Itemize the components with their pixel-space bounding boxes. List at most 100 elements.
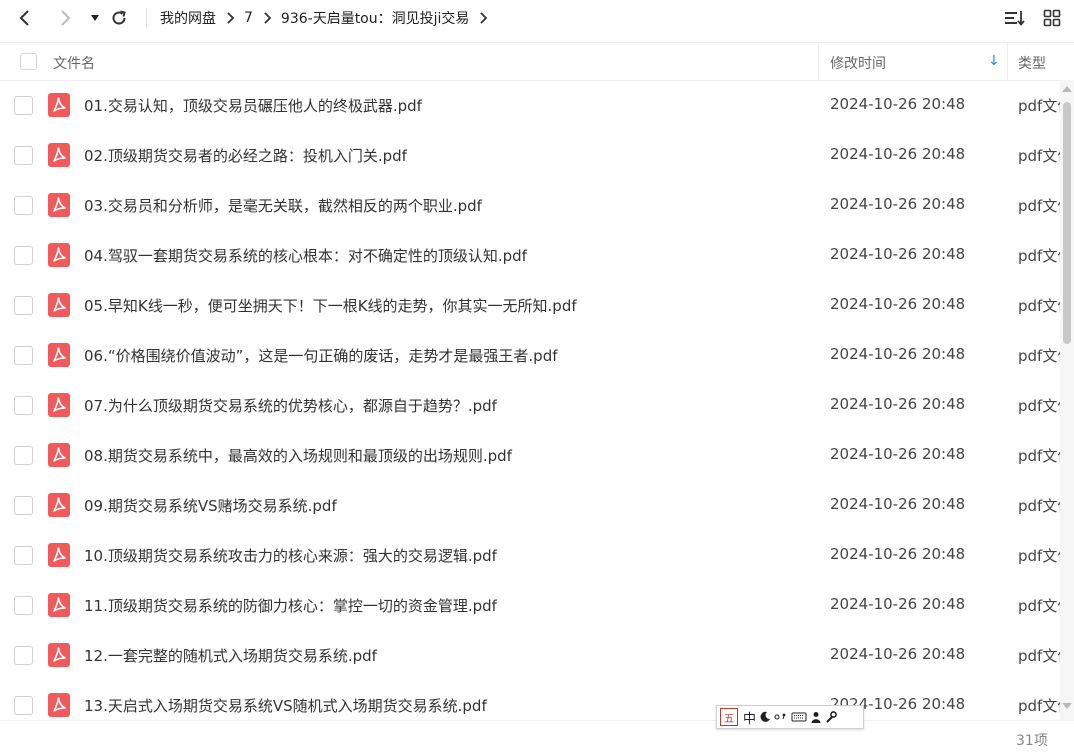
- sort-list-icon: [1005, 11, 1025, 26]
- row-checkbox[interactable]: [14, 296, 33, 315]
- moon-icon[interactable]: [759, 707, 771, 727]
- breadcrumb-item[interactable]: 我的网盘: [160, 8, 216, 28]
- file-row[interactable]: 09.期货交易系统VS赌场交易系统.pdf 2024-10-26 20:48 pdf…: [0, 480, 1060, 530]
- file-name[interactable]: 05.早知K线一秒，便可坐拥天下！下一根K线的走势，你其实一无所知.pdf: [84, 295, 577, 316]
- file-modified-time: 2024-10-26 20:48: [830, 545, 966, 563]
- user-icon[interactable]: [810, 707, 822, 727]
- history-dropdown-button[interactable]: [84, 7, 106, 29]
- row-checkbox[interactable]: [14, 696, 33, 715]
- file-row[interactable]: 03.交易员和分析师，是毫无关联，截然相反的两个职业.pdf 2024-10-26…: [0, 180, 1060, 230]
- file-type: pdf文件: [1018, 397, 1060, 415]
- file-modified-time: 2024-10-26 20:48: [830, 145, 966, 163]
- pdf-file-icon: [48, 343, 70, 371]
- row-checkbox[interactable]: [14, 446, 33, 465]
- caret-down-icon: [91, 15, 99, 21]
- row-checkbox[interactable]: [14, 596, 33, 615]
- scroll-up-arrow-icon[interactable]: [1062, 86, 1072, 92]
- file-name[interactable]: 09.期货交易系统VS赌场交易系统.pdf: [84, 495, 337, 516]
- select-all-checkbox[interactable]: [20, 53, 37, 70]
- column-resize-handle[interactable]: [1007, 43, 1008, 80]
- file-type: pdf文件: [1018, 247, 1060, 265]
- column-header-modified-time[interactable]: 修改时间: [830, 53, 886, 73]
- row-checkbox[interactable]: [14, 396, 33, 415]
- pdf-file-icon: [48, 443, 70, 471]
- file-name[interactable]: 12.一套完整的随机式入场期货交易系统.pdf: [84, 645, 377, 666]
- file-name[interactable]: 03.交易员和分析师，是毫无关联，截然相反的两个职业.pdf: [84, 195, 482, 216]
- file-name[interactable]: 07.为什么顶级期货交易系统的优势核心，都源自于趋势？.pdf: [84, 395, 497, 416]
- file-name[interactable]: 04.驾驭一套期货交易系统的核心根本：对不确定性的顶级认知.pdf: [84, 245, 527, 266]
- grid-view-button[interactable]: [1041, 7, 1063, 29]
- file-name[interactable]: 13.天启式入场期货交易系统VS随机式入场期货交易系统.pdf: [84, 695, 487, 716]
- scroll-down-arrow-icon[interactable]: [1062, 703, 1072, 709]
- scrollbar-thumb[interactable]: [1063, 102, 1071, 344]
- file-name[interactable]: 01.交易认知，顶级交易员碾压他人的终极武器.pdf: [84, 95, 422, 116]
- row-checkbox[interactable]: [14, 196, 33, 215]
- pdf-file-icon: [48, 193, 70, 221]
- row-checkbox[interactable]: [14, 546, 33, 565]
- ime-mode-toggle[interactable]: 中: [743, 707, 756, 727]
- pdf-file-icon: [48, 293, 70, 321]
- file-modified-time: 2024-10-26 20:48: [830, 595, 966, 613]
- file-row[interactable]: 06.“价格围绕价值波动”，这是一句正确的废话，走势才是最强王者.pdf 2024…: [0, 330, 1060, 380]
- column-header-type[interactable]: 类型: [1018, 53, 1046, 73]
- wrench-icon[interactable]: [825, 707, 837, 727]
- file-row[interactable]: 08.期货交易系统中，最高效的入场规则和最顶级的出场规则.pdf 2024-10-…: [0, 430, 1060, 480]
- file-type: pdf文件: [1018, 147, 1060, 165]
- file-type: pdf文件: [1018, 697, 1060, 715]
- row-checkbox[interactable]: [14, 346, 33, 365]
- file-modified-time: 2024-10-26 20:48: [830, 245, 966, 263]
- file-row[interactable]: 11.顶级期货交易系统的防御力核心：掌控一切的资金管理.pdf 2024-10-2…: [0, 580, 1060, 630]
- ime-toolbar[interactable]: 五 中: [716, 705, 864, 729]
- file-modified-time: 2024-10-26 20:48: [830, 195, 966, 213]
- punctuation-icon[interactable]: [774, 707, 788, 727]
- file-row[interactable]: 01.交易认知，顶级交易员碾压他人的终极武器.pdf 2024-10-26 20:…: [0, 80, 1060, 130]
- pdf-file-icon: [48, 593, 70, 621]
- row-checkbox[interactable]: [14, 496, 33, 515]
- sort-button[interactable]: [1004, 7, 1026, 29]
- toolbar-divider: [146, 8, 147, 28]
- chevron-right-icon: [478, 12, 488, 24]
- file-type: pdf文件: [1018, 297, 1060, 315]
- column-header-name[interactable]: 文件名: [53, 53, 95, 73]
- file-name[interactable]: 02.顶级期货交易者的必经之路：投机入门关.pdf: [84, 145, 407, 166]
- file-row[interactable]: 13.天启式入场期货交易系统VS随机式入场期货交易系统.pdf 2024-10-2…: [0, 680, 1060, 720]
- ime-logo-icon[interactable]: 五: [720, 708, 738, 726]
- file-row[interactable]: 07.为什么顶级期货交易系统的优势核心，都源自于趋势？.pdf 2024-10-2…: [0, 380, 1060, 430]
- keyboard-icon[interactable]: [791, 707, 807, 727]
- file-type: pdf文件: [1018, 447, 1060, 465]
- file-type: pdf文件: [1018, 97, 1060, 115]
- back-button[interactable]: [14, 7, 36, 29]
- refresh-button[interactable]: [108, 7, 130, 29]
- file-name[interactable]: 06.“价格围绕价值波动”，这是一句正确的废话，走势才是最强王者.pdf: [84, 345, 558, 366]
- breadcrumb-item[interactable]: 936-天启量tou：洞见投ji交易: [281, 8, 469, 28]
- chevron-right-icon: [61, 10, 71, 26]
- file-type: pdf文件: [1018, 347, 1060, 365]
- breadcrumb-item[interactable]: 7: [244, 10, 253, 26]
- row-checkbox[interactable]: [14, 146, 33, 165]
- toolbar: 我的网盘 7 936-天启量tou：洞见投ji交易: [0, 0, 1074, 36]
- file-row[interactable]: 05.早知K线一秒，便可坐拥天下！下一根K线的走势，你其实一无所知.pdf 202…: [0, 280, 1060, 330]
- column-resize-handle[interactable]: [818, 43, 819, 80]
- file-row[interactable]: 04.驾驭一套期货交易系统的核心根本：对不确定性的顶级认知.pdf 2024-10…: [0, 230, 1060, 280]
- forward-button[interactable]: [54, 7, 76, 29]
- file-modified-time: 2024-10-26 20:48: [830, 95, 966, 113]
- file-row[interactable]: 02.顶级期货交易者的必经之路：投机入门关.pdf 2024-10-26 20:4…: [0, 130, 1060, 180]
- refresh-icon: [112, 10, 126, 25]
- pdf-file-icon: [48, 493, 70, 521]
- file-name[interactable]: 08.期货交易系统中，最高效的入场规则和最顶级的出场规则.pdf: [84, 445, 512, 466]
- file-type: pdf文件: [1018, 597, 1060, 615]
- file-modified-time: 2024-10-26 20:48: [830, 645, 966, 663]
- pdf-file-icon: [48, 143, 70, 171]
- file-type: pdf文件: [1018, 647, 1060, 665]
- row-checkbox[interactable]: [14, 246, 33, 265]
- file-row[interactable]: 10.顶级期货交易系统攻击力的核心来源：强大的交易逻辑.pdf 2024-10-2…: [0, 530, 1060, 580]
- pdf-file-icon: [48, 93, 70, 121]
- row-checkbox[interactable]: [14, 96, 33, 115]
- file-name[interactable]: 10.顶级期货交易系统攻击力的核心来源：强大的交易逻辑.pdf: [84, 545, 497, 566]
- file-list: 01.交易认知，顶级交易员碾压他人的终极武器.pdf 2024-10-26 20:…: [0, 80, 1060, 720]
- file-name[interactable]: 11.顶级期货交易系统的防御力核心：掌控一切的资金管理.pdf: [84, 595, 497, 616]
- item-count: 31项: [1016, 733, 1048, 749]
- file-row[interactable]: 12.一套完整的随机式入场期货交易系统.pdf 2024-10-26 20:48 p…: [0, 630, 1060, 680]
- sort-descending-icon: ↓: [988, 53, 1000, 69]
- row-checkbox[interactable]: [14, 646, 33, 665]
